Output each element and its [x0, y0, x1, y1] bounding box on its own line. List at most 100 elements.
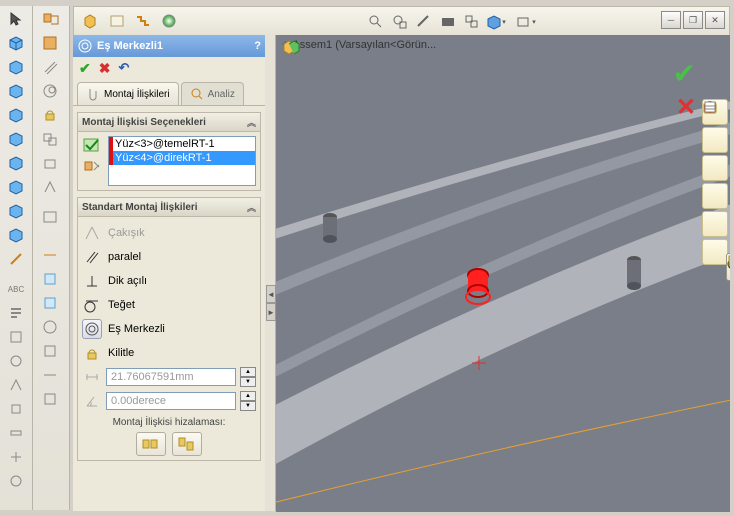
chevron-up-icon: ︽ [247, 116, 256, 129]
viewport[interactable]: + Assem1 (Varsayılan<Görün... ✔ ✕ ↶ [276, 35, 730, 512]
restore-button[interactable]: ❐ [683, 11, 703, 29]
selection-item-1[interactable]: Yüz<3>@temelRT-1 [109, 137, 255, 151]
pan-icon[interactable] [412, 11, 436, 33]
top-toolbar: ▾ ▾ ─ ❐ ✕ [73, 6, 730, 36]
assembly-tree-node[interactable]: + Assem1 (Varsayılan<Görün... [282, 39, 436, 51]
mate-parallel[interactable]: paralel [82, 245, 256, 269]
pm-title-text: Eş Merkezli1 [97, 40, 163, 52]
cursor-icon[interactable] [4, 8, 28, 30]
tree-tab-2-icon[interactable] [106, 10, 130, 32]
mate-lock[interactable]: Kilitle [82, 341, 256, 365]
cube-icon-9[interactable] [4, 224, 28, 246]
align-same-button[interactable] [136, 432, 166, 456]
ok-button[interactable]: ✔ [79, 60, 91, 77]
viewport-accept-icon[interactable]: ✔ [673, 57, 696, 90]
undo-button[interactable]: ↶ [118, 60, 129, 76]
vertical-toolbar-2 [33, 6, 70, 510]
entity-filter-icon[interactable] [82, 136, 104, 154]
tool-feat6-icon[interactable] [37, 388, 65, 410]
mate-icon[interactable] [37, 8, 65, 30]
mate-group-icon[interactable] [37, 128, 65, 150]
cube-icon-3[interactable] [4, 80, 28, 102]
cancel-button[interactable]: ✖ [99, 60, 111, 77]
display-style-icon[interactable]: ▾ [484, 11, 514, 33]
app-root: ABC [0, 0, 734, 516]
line-tool-icon[interactable] [4, 248, 28, 270]
library-icon[interactable] [702, 155, 728, 181]
cube-icon-4[interactable] [4, 104, 28, 126]
tool-feat4-icon[interactable] [37, 340, 65, 362]
mate-coincident[interactable]: Çakışık [82, 221, 256, 245]
mate-lock-icon[interactable] [37, 104, 65, 126]
section-icon[interactable] [436, 11, 460, 33]
align-opposite-button[interactable] [172, 432, 202, 456]
tool-icon-a[interactable] [4, 326, 28, 348]
tool-dim-icon[interactable] [37, 244, 65, 266]
custom-props-icon[interactable] [702, 239, 728, 265]
vertical-splitter[interactable]: ◄ ► [265, 35, 276, 511]
angle-input[interactable]: 0.00derece [106, 392, 236, 410]
tab-mates[interactable]: Montaj İlişkileri [77, 82, 179, 105]
mate-group2-icon[interactable] [37, 152, 65, 174]
tool-feat2-icon[interactable] [37, 292, 65, 314]
tool-icon-e[interactable] [4, 422, 28, 444]
minimize-button[interactable]: ─ [661, 11, 681, 29]
pm-section-options-header[interactable]: Montaj İlişkisi Seçenekleri ︽ [77, 112, 261, 132]
viewport-cancel-icon[interactable]: ✕ [676, 93, 696, 122]
tree-tab-1-icon[interactable] [80, 10, 104, 32]
tab-analysis[interactable]: Analiz [181, 82, 244, 105]
tool-feat5-icon[interactable] [37, 364, 65, 386]
abc-icon[interactable]: ABC [4, 278, 28, 300]
cube-icon-2[interactable] [4, 56, 28, 78]
tool-icon-b[interactable] [4, 350, 28, 372]
selection-box: Yüz<3>@temelRT-1 Yüz<4>@direkRT-1 [82, 136, 256, 186]
tool-ref-icon[interactable] [37, 176, 65, 198]
cube-icon-8[interactable] [4, 200, 28, 222]
perpendicular-icon [82, 271, 102, 291]
splitter-left-arrow[interactable]: ◄ [266, 285, 276, 303]
tree-tab-3-icon[interactable] [132, 10, 156, 32]
cube-icon[interactable] [4, 32, 28, 54]
concentric-icon [82, 319, 102, 339]
splitter-right-arrow[interactable]: ► [266, 303, 276, 321]
cube-icon-6[interactable] [4, 152, 28, 174]
mate-conc-icon[interactable] [37, 80, 65, 102]
mate-perpendicular[interactable]: Dik açılı [82, 269, 256, 293]
mate-concentric[interactable]: Eş Merkezli [82, 317, 256, 341]
help-button[interactable]: ? [254, 40, 261, 52]
tool-icon-f[interactable] [4, 446, 28, 468]
tool-icon-g[interactable] [4, 470, 28, 492]
pm-section-standard-header[interactable]: Standart Montaj İlişkileri ︽ [77, 197, 261, 217]
tool-icon-c[interactable] [4, 374, 28, 396]
coincident-icon [82, 223, 102, 243]
view-orient-icon[interactable] [460, 11, 484, 33]
selection-list[interactable]: Yüz<3>@temelRT-1 Yüz<4>@direkRT-1 [108, 136, 256, 186]
pm-titlebar: Eş Merkezli1 ? [73, 35, 265, 57]
hide-show-icon[interactable]: ▾ [514, 11, 544, 33]
tool-view-icon[interactable] [37, 206, 65, 228]
mate-perpendicular-label: Dik açılı [108, 275, 147, 287]
property-manager: Eş Merkezli1 ? ✔ ✖ ↶ Montaj İlişkileri A… [73, 35, 266, 511]
angle-spinner[interactable]: ▲▼ [240, 391, 256, 411]
align-icon[interactable] [4, 302, 28, 324]
tool-icon-d[interactable] [4, 398, 28, 420]
distance-input[interactable]: 21.76067591mm [106, 368, 236, 386]
file-explorer-icon[interactable] [702, 183, 728, 209]
cube-icon-5[interactable] [4, 128, 28, 150]
mate-coord-icon[interactable] [37, 32, 65, 54]
mate-parallel-icon[interactable] [37, 56, 65, 78]
close-button[interactable]: ✕ [705, 11, 725, 29]
multi-mate-icon[interactable] [82, 158, 104, 176]
selection-item-2[interactable]: Yüz<4>@direkRT-1 [109, 151, 255, 165]
tree-tab-4-icon[interactable] [158, 10, 182, 32]
zoom-fit-icon[interactable] [364, 11, 388, 33]
resources-icon[interactable] [702, 127, 728, 153]
appearance-icon[interactable] [702, 211, 728, 237]
cube-icon-7[interactable] [4, 176, 28, 198]
tool-feat3-icon[interactable] [37, 316, 65, 338]
mate-tangent[interactable]: Teğet [82, 293, 256, 317]
tab-analysis-label: Analiz [208, 89, 235, 100]
distance-spinner[interactable]: ▲▼ [240, 367, 256, 387]
zoom-window-icon[interactable] [388, 11, 412, 33]
tool-feat-icon[interactable] [37, 268, 65, 290]
